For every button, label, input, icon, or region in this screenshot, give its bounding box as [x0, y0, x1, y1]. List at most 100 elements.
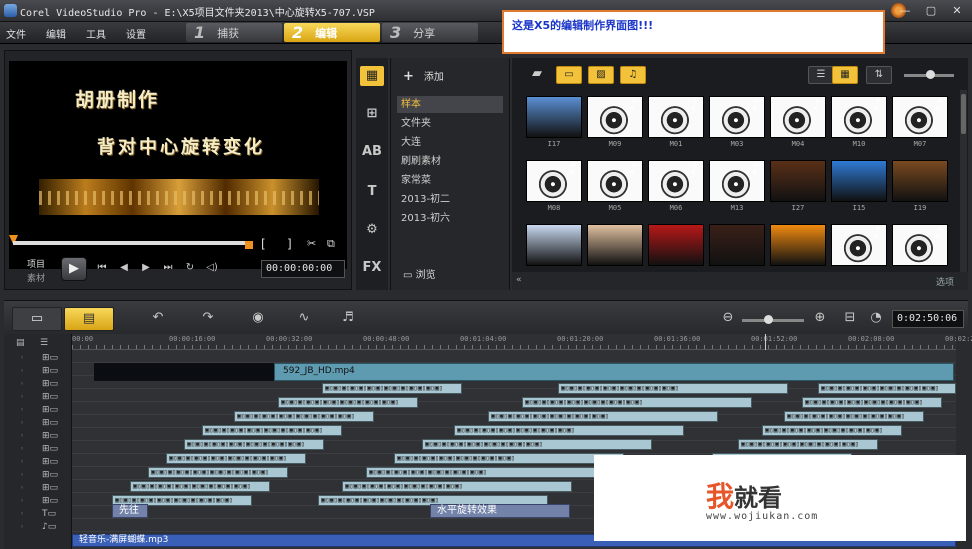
title-clip[interactable]: 水平旋转效果 — [430, 504, 570, 518]
overlay-clip[interactable]: ▣▯▣▯▣▯▣▯▣▯▣▯▣▯▣▯▣▯▣▯▣▯▣▯▣▯▣▯ — [454, 425, 684, 436]
audio-thumbnail[interactable] — [770, 96, 826, 138]
overlay-track-icon[interactable]: ⊞▭ — [42, 482, 66, 494]
folder-item[interactable]: 刷刷素材 — [397, 153, 503, 170]
zoom-in-icon[interactable]: ⊕ — [810, 310, 830, 328]
overlay-clip[interactable]: ▣▯▣▯▣▯▣▯▣▯▣▯▣▯▣▯▣▯▣▯▣▯▣▯▣▯▣▯ — [202, 425, 342, 436]
track-visibility-icon[interactable]: ◦ — [20, 432, 28, 440]
track-visibility-icon[interactable]: ◦ — [20, 510, 28, 518]
overlay-clip[interactable]: ▣▯▣▯▣▯▣▯▣▯▣▯▣▯▣▯▣▯▣▯▣▯▣▯▣▯▣▯ — [322, 383, 462, 394]
show-photo-icon[interactable]: ▨ — [588, 66, 614, 84]
show-video-icon[interactable]: ▭ — [556, 66, 582, 84]
folder-item[interactable]: 文件夹 — [397, 115, 503, 132]
overlay-track-icon[interactable]: ⊞▭ — [42, 430, 66, 442]
overlay-clip[interactable]: ▣▯▣▯▣▯▣▯▣▯▣▯▣▯▣▯▣▯▣▯▣▯▣▯▣▯▣▯ — [522, 397, 752, 408]
overlay-track-icon[interactable]: ⊞▭ — [42, 443, 66, 455]
overlay-clip[interactable]: ▣▯▣▯▣▯▣▯▣▯▣▯▣▯▣▯▣▯▣▯▣▯▣▯▣▯▣▯ — [394, 453, 624, 464]
browse-button[interactable]: ▭ 浏览 — [403, 266, 436, 281]
timeline-ruler[interactable]: 00:00 00:00:16:00 00:00:32:00 00:00:48:00 00… — [72, 334, 972, 350]
preview-scrubber[interactable] — [13, 241, 251, 245]
overlay-clip[interactable]: ▣▯▣▯▣▯▣▯▣▯▣▯▣▯▣▯▣▯▣▯▣▯▣▯▣▯▣▯ — [818, 383, 956, 394]
overlay-track-icon[interactable]: ⊞▭ — [42, 404, 66, 416]
options-button[interactable]: 选项 — [936, 275, 954, 288]
overlay-clip[interactable]: ▣▯▣▯▣▯▣▯▣▯▣▯▣▯▣▯▣▯▣▯▣▯▣▯▣▯▣▯ — [422, 439, 652, 450]
image-thumbnail[interactable] — [526, 96, 582, 138]
track-visibility-icon[interactable]: ◦ — [20, 445, 28, 453]
storyboard-view-button[interactable]: ▭ — [12, 307, 62, 331]
overlay-clip[interactable]: ▣▯▣▯▣▯▣▯▣▯▣▯▣▯▣▯▣▯▣▯▣▯▣▯▣▯▣▯ — [784, 411, 924, 422]
audio-thumbnail[interactable] — [892, 224, 948, 266]
overlay-track-icon[interactable]: ⊞▭ — [42, 378, 66, 390]
play-button[interactable]: ▶ — [61, 257, 87, 281]
graphic-icon[interactable]: ⚙ — [360, 220, 384, 240]
add-folder-button[interactable]: + 添加 — [403, 68, 444, 84]
image-thumbnail[interactable] — [770, 224, 826, 266]
track-visibility-icon[interactable]: ◦ — [20, 471, 28, 479]
overlay-clip[interactable]: ▣▯▣▯▣▯▣▯▣▯▣▯▣▯▣▯▣▯▣▯▣▯▣▯▣▯▣▯ — [738, 439, 878, 450]
overlay-track-icon[interactable]: ⊞▭ — [42, 469, 66, 481]
close-button[interactable]: ✕ — [946, 2, 968, 19]
image-thumbnail[interactable] — [526, 224, 582, 266]
image-thumbnail[interactable] — [709, 224, 765, 266]
folder-item[interactable]: 2013-初二 — [397, 191, 503, 208]
sort-icon[interactable]: ⇅ — [866, 66, 892, 84]
menu-settings[interactable]: 设置 — [126, 26, 146, 41]
maximize-button[interactable]: ▢ — [920, 2, 942, 19]
preview-timecode[interactable]: 00:00:00:00 — [261, 260, 345, 278]
library-scrollbar[interactable] — [960, 90, 967, 280]
audio-thumbnail[interactable] — [831, 96, 887, 138]
previous-frame-icon[interactable]: ◀ — [117, 261, 131, 275]
timeline-zoom-slider[interactable] — [742, 315, 804, 324]
audio-thumbnail[interactable] — [892, 96, 948, 138]
folder-item[interactable]: 大连 — [397, 134, 503, 151]
menu-edit[interactable]: 编辑 — [46, 26, 66, 41]
overlay-clip[interactable]: ▣▯▣▯▣▯▣▯▣▯▣▯▣▯▣▯▣▯▣▯▣▯▣▯▣▯▣▯ — [762, 425, 902, 436]
voice-track-icon[interactable]: ♪▭ — [42, 521, 66, 533]
chapter-point-icon[interactable]: ☰ — [40, 337, 64, 349]
menu-file[interactable]: 文件 — [6, 26, 26, 41]
video-frames-strip[interactable] — [94, 363, 274, 381]
thumbnail-size-slider[interactable] — [904, 70, 954, 79]
title-clip[interactable]: 先往 — [112, 504, 148, 518]
audio-thumbnail[interactable] — [587, 96, 643, 138]
image-thumbnail[interactable] — [892, 160, 948, 202]
overlay-clip[interactable]: ▣▯▣▯▣▯▣▯▣▯▣▯▣▯▣▯▣▯▣▯▣▯▣▯▣▯▣▯ — [184, 439, 324, 450]
overlay-clip[interactable]: ▣▯▣▯▣▯▣▯▣▯▣▯▣▯▣▯▣▯▣▯▣▯▣▯▣▯▣▯ — [366, 467, 596, 478]
undo-icon[interactable]: ↶ — [148, 310, 168, 328]
overlay-track-icon[interactable]: ⊞▭ — [42, 456, 66, 468]
step-edit-tab[interactable]: 2 编辑 — [284, 23, 380, 42]
folder-item[interactable]: 样本 — [397, 96, 503, 113]
overlay-clip[interactable]: ▣▯▣▯▣▯▣▯▣▯▣▯▣▯▣▯▣▯▣▯▣▯▣▯▣▯▣▯ — [278, 397, 418, 408]
collapse-icon[interactable]: « — [516, 275, 522, 285]
step-capture-tab[interactable]: 1 捕获 — [186, 23, 282, 42]
overlay-track-icon[interactable]: ⊞▭ — [42, 417, 66, 429]
image-thumbnail[interactable] — [648, 224, 704, 266]
auto-music-icon[interactable]: ♬ — [338, 310, 358, 328]
track-visibility-icon[interactable]: ◦ — [20, 497, 28, 505]
repeat-icon[interactable]: ↻ — [183, 261, 197, 275]
minimize-button[interactable]: — — [894, 2, 916, 19]
audio-thumbnail[interactable] — [648, 96, 704, 138]
overlay-clip[interactable]: ▣▯▣▯▣▯▣▯▣▯▣▯▣▯▣▯▣▯▣▯▣▯▣▯▣▯▣▯ — [130, 481, 270, 492]
overlay-clip[interactable]: ▣▯▣▯▣▯▣▯▣▯▣▯▣▯▣▯▣▯▣▯▣▯▣▯▣▯▣▯ — [234, 411, 374, 422]
image-thumbnail[interactable] — [770, 160, 826, 202]
overlay-clip[interactable]: ▣▯▣▯▣▯▣▯▣▯▣▯▣▯▣▯▣▯▣▯▣▯▣▯▣▯▣▯ — [166, 453, 306, 464]
mark-out-handle[interactable] — [245, 241, 253, 249]
split-clip-icon[interactable]: ✂ — [307, 237, 316, 250]
folder-item[interactable]: 2013-初六 — [397, 210, 503, 227]
track-visibility-icon[interactable]: ◦ — [20, 393, 28, 401]
title-track-icon[interactable]: T▭ — [42, 508, 66, 520]
audio-thumbnail[interactable] — [648, 160, 704, 202]
list-view-icon[interactable]: ☰ — [808, 66, 834, 84]
audio-thumbnail[interactable] — [709, 160, 765, 202]
mark-in-button[interactable]: [ — [261, 237, 266, 251]
track-visibility-icon[interactable]: ◦ — [20, 406, 28, 414]
audio-thumbnail[interactable] — [831, 224, 887, 266]
track-visibility-icon[interactable]: ◦ — [20, 523, 28, 531]
track-visibility-icon[interactable]: ◦ — [20, 367, 28, 375]
track-manager-icon[interactable]: ▤ — [16, 337, 40, 349]
project-mode-label[interactable]: 项目 — [27, 257, 45, 270]
overlay-track-icon[interactable]: ⊞▭ — [42, 495, 66, 507]
sound-mixer-icon[interactable]: ∿ — [294, 310, 314, 328]
track-visibility-icon[interactable]: ◦ — [20, 484, 28, 492]
overlay-clip[interactable]: ▣▯▣▯▣▯▣▯▣▯▣▯▣▯▣▯▣▯▣▯▣▯▣▯▣▯▣▯ — [148, 467, 288, 478]
